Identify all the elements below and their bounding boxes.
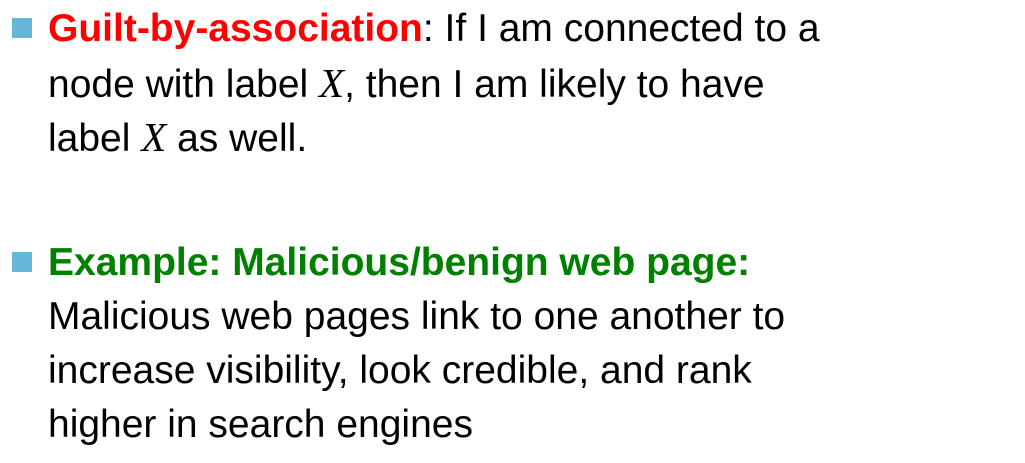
text-segment: increase visibility, look credible, and … [48, 349, 752, 392]
bullet-guilt-by-association: Guilt-by-association: If I am connected … [12, 2, 1017, 164]
math-variable: X [319, 60, 345, 106]
text-segment: label [48, 117, 142, 160]
bullet-example-malicious-web-page: Example: Malicious/benign web page: Mali… [12, 236, 1017, 452]
term-guilt-by-association: Guilt-by-association [48, 7, 423, 50]
text-line: Example: Malicious/benign web page: [48, 236, 1017, 290]
text-line: node with label X, then I am likely to h… [48, 56, 1017, 110]
term-example-malicious-benign: Example: Malicious/benign web page: [48, 241, 751, 284]
text-segment: as well. [166, 117, 308, 160]
text-segment: node with label [48, 63, 320, 106]
text-line: Guilt-by-association: If I am connected … [48, 2, 1017, 56]
text-segment: Malicious web pages link to one another … [48, 295, 786, 338]
square-bullet-icon [12, 252, 32, 272]
text-segment: : If I am connected to a [422, 7, 820, 50]
text-line: higher in search engines [48, 398, 1017, 452]
math-variable: X [141, 114, 167, 160]
text-line: increase visibility, look credible, and … [48, 344, 1017, 398]
text-segment: higher in search engines [48, 403, 473, 446]
square-bullet-icon [12, 18, 32, 38]
bullet-text: Example: Malicious/benign web page: Mali… [48, 236, 1017, 452]
text-segment: , then I am likely to have [344, 63, 765, 106]
bullet-text: Guilt-by-association: If I am connected … [48, 2, 1017, 164]
slide: Guilt-by-association: If I am connected … [0, 0, 1025, 463]
text-line: Malicious web pages link to one another … [48, 290, 1017, 344]
text-line: label X as well. [48, 110, 1017, 164]
